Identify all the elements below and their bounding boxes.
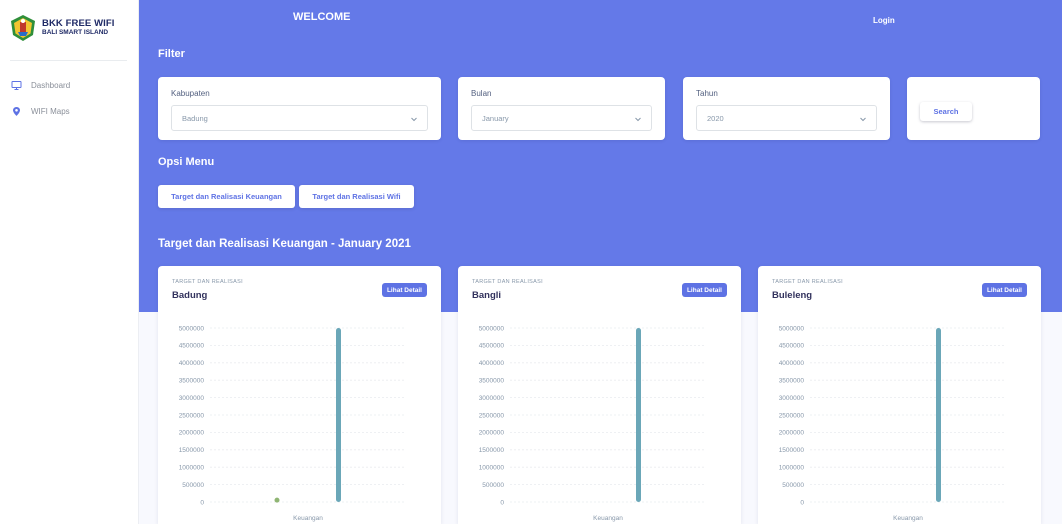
chart-card-badung: TARGET DAN REALISASI Badung Lihat Detail…: [158, 266, 441, 524]
tahun-card: Tahun 2020: [683, 77, 890, 140]
y-tick-label: 3500000: [179, 378, 205, 385]
y-tick-label: 3000000: [779, 395, 805, 402]
kabupaten-value: Badung: [182, 114, 208, 123]
y-tick-label: 2000000: [779, 430, 805, 437]
bar-chart: 5000000450000040000003500000300000025000…: [779, 325, 1006, 522]
sidebar-item-dashboard[interactable]: Dashboard: [0, 72, 139, 98]
bulan-card: Bulan January: [458, 77, 665, 140]
x-tick-label: Keuangan: [293, 515, 323, 522]
chart-card-bangli: TARGET DAN REALISASI Bangli Lihat Detail…: [458, 266, 741, 524]
y-tick-label: 500000: [782, 482, 804, 489]
bulan-value: January: [482, 114, 509, 123]
y-tick-label: 1500000: [479, 447, 505, 454]
target-realisasi-keuangan-button[interactable]: Target dan Realisasi Keuangan: [158, 185, 295, 208]
map-pin-icon: [11, 106, 22, 117]
y-tick-label: 4000000: [479, 360, 505, 367]
y-tick-label: 1000000: [179, 465, 205, 472]
brand-subtitle: BALI SMART ISLAND: [42, 29, 109, 36]
y-tick-label: 1000000: [779, 465, 805, 472]
sidebar-divider: [10, 60, 127, 61]
y-tick-label: 1000000: [479, 465, 505, 472]
y-tick-label: 500000: [482, 482, 504, 489]
y-tick-label: 5000000: [479, 325, 505, 332]
y-tick-label: 0: [800, 499, 804, 506]
y-tick-label: 3500000: [779, 378, 805, 385]
x-tick-label: Keuangan: [893, 515, 923, 522]
y-tick-label: 2000000: [479, 430, 505, 437]
y-tick-label: 2000000: [179, 430, 205, 437]
x-tick-label: Keuangan: [593, 515, 623, 522]
y-tick-label: 4500000: [179, 343, 205, 350]
y-tick-label: 3000000: [179, 395, 205, 402]
bar-chart: 5000000450000040000003500000300000025000…: [179, 325, 406, 522]
kabupaten-card: Kabupaten Badung: [158, 77, 441, 140]
target-realisasi-wifi-button[interactable]: Target dan Realisasi Wifi: [299, 185, 414, 208]
y-tick-label: 4000000: [179, 360, 205, 367]
realisasi-bar: [274, 497, 280, 503]
y-tick-label: 3000000: [479, 395, 505, 402]
sidebar-item-wifi-maps[interactable]: WIFI Maps: [0, 98, 139, 124]
brand-title: BKK FREE WIFI: [42, 18, 115, 29]
kabupaten-label: Kabupaten: [171, 89, 210, 98]
monitor-icon: [11, 80, 22, 91]
y-tick-label: 2500000: [179, 412, 205, 419]
login-link[interactable]: Login: [873, 16, 895, 25]
sidebar-item-label: Dashboard: [31, 80, 71, 90]
y-tick-label: 4500000: [779, 343, 805, 350]
y-tick-label: 0: [200, 499, 204, 506]
target-bar: [936, 328, 941, 502]
target-bar: [636, 328, 641, 502]
y-tick-label: 1500000: [179, 447, 205, 454]
opsi-menu-title: Opsi Menu: [158, 156, 215, 168]
tahun-value: 2020: [707, 114, 724, 123]
sidebar: BKK FREE WIFI BALI SMART ISLAND Dashboar…: [0, 0, 139, 524]
y-tick-label: 5000000: [179, 325, 205, 332]
welcome-title: WELCOME: [293, 11, 351, 23]
y-tick-label: 0: [500, 499, 504, 506]
y-tick-label: 3500000: [479, 378, 505, 385]
chevron-down-icon: [411, 117, 417, 122]
y-tick-label: 2500000: [779, 412, 805, 419]
tahun-select[interactable]: 2020: [696, 105, 877, 131]
chart-section-title: Target dan Realisasi Keuangan - January …: [158, 238, 411, 250]
bulan-select[interactable]: January: [471, 105, 652, 131]
chart-card-buleleng: TARGET DAN REALISASI Buleleng Lihat Deta…: [758, 266, 1041, 524]
y-tick-label: 2500000: [479, 412, 505, 419]
chevron-down-icon: [635, 117, 641, 122]
target-bar: [336, 328, 341, 502]
filter-title: Filter: [158, 48, 185, 60]
y-tick-label: 500000: [182, 482, 204, 489]
kabupaten-select[interactable]: Badung: [171, 105, 428, 131]
bulan-label: Bulan: [471, 89, 492, 98]
y-tick-label: 1500000: [779, 447, 805, 454]
chevron-down-icon: [860, 117, 866, 122]
y-tick-label: 5000000: [779, 325, 805, 332]
y-tick-label: 4500000: [479, 343, 505, 350]
bali-emblem-icon: [11, 15, 35, 41]
sidebar-item-label: WIFI Maps: [31, 106, 70, 116]
bar-chart: 5000000450000040000003500000300000025000…: [479, 325, 706, 522]
y-tick-label: 4000000: [779, 360, 805, 367]
search-button[interactable]: Search: [920, 102, 972, 121]
sidebar-nav: Dashboard WIFI Maps: [0, 72, 139, 124]
brand[interactable]: BKK FREE WIFI BALI SMART ISLAND: [8, 11, 132, 45]
tahun-label: Tahun: [696, 89, 718, 98]
